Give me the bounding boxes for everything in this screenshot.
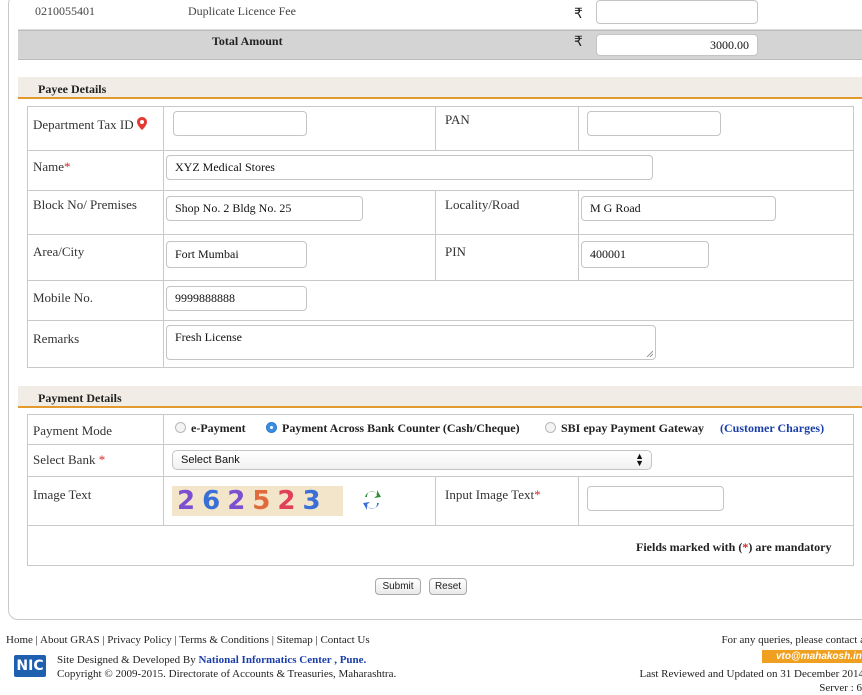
designed-by: Site Designed & Developed By National In…	[57, 654, 367, 666]
area-input[interactable]: Fort Mumbai	[166, 241, 307, 268]
pan-input[interactable]	[587, 111, 721, 136]
contact-email[interactable]: vto@mahakosh.in	[762, 650, 862, 663]
input-image-text-field[interactable]	[587, 486, 724, 511]
select-arrows-icon: ▲ ▼	[635, 451, 644, 468]
footer-link-home[interactable]: Home	[6, 634, 33, 646]
input-image-text-label: Input Image Text*	[445, 487, 541, 502]
name-label: Name*	[33, 159, 71, 174]
mandatory-star: *	[534, 487, 541, 502]
image-text-label: Image Text	[33, 487, 92, 502]
nic-link[interactable]: National Informatics Center , Pune.	[198, 654, 366, 666]
server-id: Server : 6	[819, 682, 862, 694]
refresh-captcha-icon[interactable]	[362, 488, 382, 512]
footer-link-contact[interactable]: Contact Us	[320, 634, 369, 646]
footer-link-about[interactable]: About GRAS	[40, 634, 100, 646]
remarks-textarea[interactable]: Fresh License	[166, 325, 656, 360]
locality-input[interactable]: M G Road	[581, 196, 776, 221]
remarks-label: Remarks	[33, 331, 80, 346]
submit-button[interactable]: Submit	[375, 578, 421, 595]
mandatory-note: Fields marked with (*) are mandatory	[636, 540, 832, 554]
area-label: Area/City	[33, 244, 85, 259]
payment-mode-label: Payment Mode	[33, 423, 113, 438]
fee-code: 0210055401	[35, 4, 95, 18]
footer-link-sitemap[interactable]: Sitemap	[277, 634, 313, 646]
nic-logo: NIC	[14, 655, 46, 677]
select-bank-dropdown[interactable]: Select Bank ▲ ▼	[172, 450, 652, 470]
block-input[interactable]: Shop No. 2 Bldg No. 25	[166, 196, 363, 221]
fee-row: 0210055401 Duplicate Licence Fee ₹	[18, 0, 862, 30]
radio-icon	[175, 422, 186, 433]
captcha-image: 262523 262523	[172, 486, 343, 516]
map-pin-icon	[136, 117, 147, 130]
pin-label: PIN	[445, 244, 466, 259]
radio-sbi-epay[interactable]: SBI epay Payment Gateway	[545, 421, 704, 436]
queries-text: For any queries, please contact a	[721, 634, 862, 646]
total-amount-field: 3000.00	[596, 34, 758, 56]
copyright: Copyright © 2009-2015. Directorate of Ac…	[57, 668, 397, 680]
fee-label: Duplicate Licence Fee	[188, 4, 296, 18]
total-label: Total Amount	[212, 34, 283, 48]
footer-link-terms[interactable]: Terms & Conditions	[179, 634, 269, 646]
locality-label: Locality/Road	[445, 197, 520, 212]
fee-amount-input[interactable]	[596, 0, 758, 24]
last-reviewed: Last Reviewed and Updated on 31 December…	[639, 668, 862, 680]
total-row: Total Amount ₹ 3000.00	[18, 30, 862, 60]
radio-e-payment[interactable]: e-Payment	[175, 421, 246, 436]
footer-links: Home | About GRAS | Privacy Policy | Ter…	[6, 634, 370, 646]
pin-input[interactable]: 400001	[581, 241, 709, 268]
pan-label: PAN	[445, 112, 470, 127]
radio-icon	[545, 422, 556, 433]
select-bank-value: Select Bank	[181, 454, 240, 466]
reset-button[interactable]: Reset	[429, 578, 467, 595]
radio-selected-icon	[266, 422, 277, 433]
mobile-label: Mobile No.	[33, 290, 93, 305]
dept-tax-id-label: Department Tax ID	[33, 117, 147, 133]
footer-link-privacy[interactable]: Privacy Policy	[107, 634, 171, 646]
rupee-icon: ₹	[574, 6, 583, 22]
payee-section-header: Payee Details	[18, 77, 862, 99]
remarks-value: Fresh License	[175, 330, 242, 344]
radio-bank-counter[interactable]: Payment Across Bank Counter (Cash/Cheque…	[266, 421, 520, 436]
customer-charges-link[interactable]: (Customer Charges)	[720, 421, 824, 436]
name-input[interactable]: XYZ Medical Stores	[166, 155, 653, 180]
select-bank-label: Select Bank *	[33, 452, 106, 467]
dept-tax-id-input[interactable]	[173, 111, 307, 136]
payment-section-header: Payment Details	[18, 386, 862, 408]
mobile-input[interactable]: 9999888888	[166, 286, 307, 311]
resize-handle-icon[interactable]	[646, 350, 653, 357]
block-label: Block No/ Premises	[33, 197, 137, 212]
mandatory-star: *	[64, 159, 71, 174]
rupee-icon: ₹	[574, 34, 583, 50]
mandatory-star: *	[98, 452, 106, 467]
